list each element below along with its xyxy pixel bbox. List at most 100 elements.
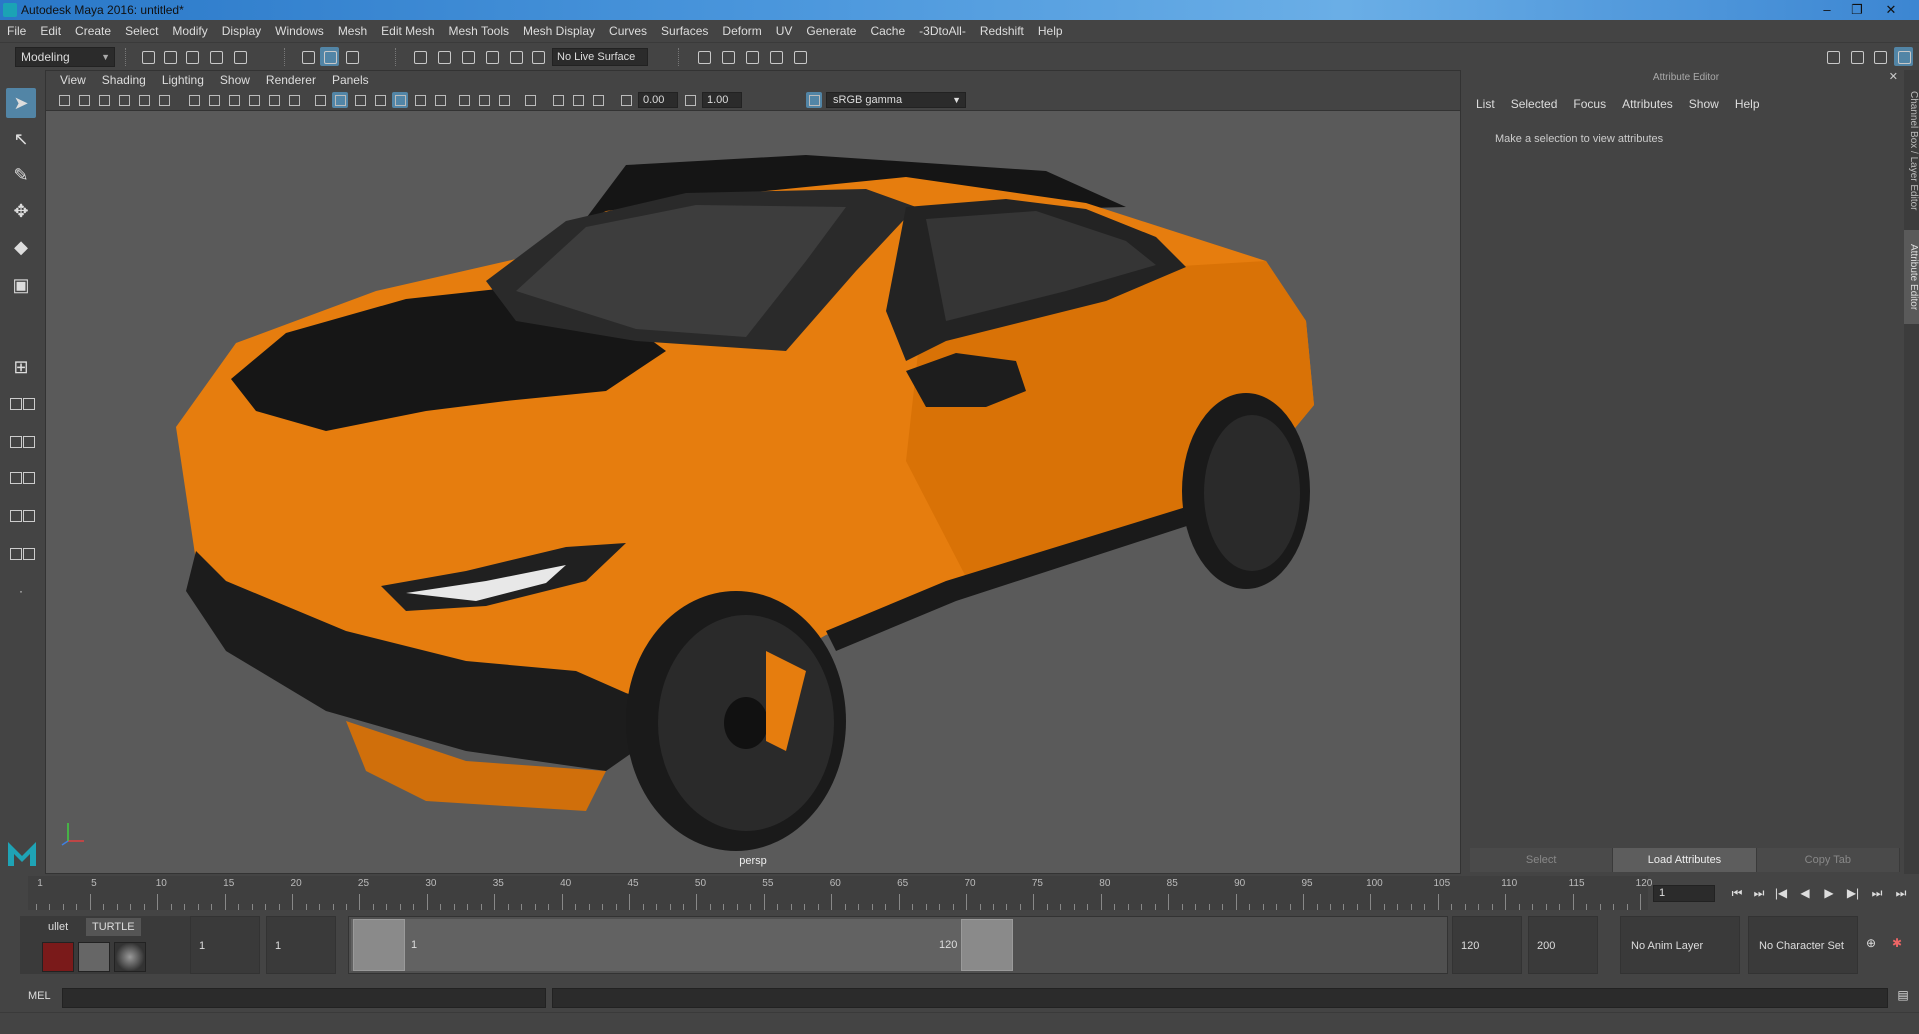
menu-create[interactable]: Create xyxy=(68,20,118,42)
current-frame-field[interactable]: 1 xyxy=(1653,885,1715,902)
copy-tab-button[interactable]: Copy Tab xyxy=(1756,848,1900,872)
smooth-shade-icon[interactable] xyxy=(332,92,348,108)
menu-display[interactable]: Display xyxy=(215,20,268,42)
step-forward-key-icon[interactable]: ⏭ xyxy=(1868,886,1886,902)
viewport-menu-view[interactable]: View xyxy=(52,71,94,89)
go-to-start-icon[interactable]: ⏮ xyxy=(1728,886,1746,902)
screen-space-ao-icon[interactable] xyxy=(432,92,448,108)
tab-channel-box[interactable]: Channel Box / Layer Editor xyxy=(1904,76,1919,226)
render-settings-icon[interactable] xyxy=(694,47,713,66)
tab-attribute-editor[interactable]: Attribute Editor xyxy=(1904,230,1919,324)
ae-menu-show[interactable]: Show xyxy=(1681,94,1727,114)
anim-layer-select[interactable]: No Anim Layer xyxy=(1620,916,1740,974)
menu-help[interactable]: Help xyxy=(1031,20,1070,42)
lasso-tool-icon[interactable]: ↖ xyxy=(6,124,36,154)
animation-start-field[interactable]: 1 xyxy=(190,916,260,974)
open-scene-icon[interactable] xyxy=(160,47,179,66)
car-model[interactable] xyxy=(176,155,1314,851)
bookmark-icon[interactable] xyxy=(96,92,112,108)
backface-culling-icon[interactable] xyxy=(590,92,606,108)
menu-cache[interactable]: Cache xyxy=(863,20,912,42)
playback-end-field[interactable]: 120 xyxy=(1452,916,1522,974)
menu-edit-mesh[interactable]: Edit Mesh xyxy=(374,20,441,42)
play-forwards-icon[interactable]: ▶ xyxy=(1820,886,1838,902)
menu-mesh-tools[interactable]: Mesh Tools xyxy=(442,20,516,42)
field-chart-icon[interactable] xyxy=(246,92,262,108)
menu-file[interactable]: File xyxy=(0,20,33,42)
select-tool-arrow-icon[interactable]: ➤ xyxy=(6,88,36,118)
scene-render[interactable] xyxy=(46,111,1461,874)
menu-3dtoall[interactable]: -3DtoAll- xyxy=(912,20,973,42)
resolution-gate-icon[interactable] xyxy=(206,92,222,108)
exposure-icon[interactable] xyxy=(618,92,634,108)
make-live-icon[interactable] xyxy=(506,47,525,66)
xray-icon[interactable] xyxy=(550,92,566,108)
isolate-select-icon[interactable] xyxy=(522,92,538,108)
gate-mask-icon[interactable] xyxy=(226,92,242,108)
play-backwards-icon[interactable]: ◀ xyxy=(1796,886,1814,902)
xray-joints-icon[interactable] xyxy=(570,92,586,108)
save-scene-icon[interactable] xyxy=(182,47,201,66)
motion-blur-icon[interactable] xyxy=(456,92,472,108)
script-language-label[interactable]: MEL xyxy=(28,990,51,1002)
film-gate-icon[interactable] xyxy=(156,92,172,108)
close-icon[interactable]: ✕ xyxy=(1889,70,1898,83)
go-to-end-icon[interactable]: ⏭ xyxy=(1892,886,1910,902)
viewport-menu-panels[interactable]: Panels xyxy=(324,71,377,89)
range-slider-track[interactable]: 1 120 xyxy=(351,919,1013,971)
channel-box-icon[interactable] xyxy=(1894,47,1913,66)
range-end-handle[interactable] xyxy=(961,919,1013,971)
wireframe-on-shaded-icon[interactable] xyxy=(352,92,368,108)
single-perspective-layout-icon[interactable]: ⊞ xyxy=(6,352,36,382)
gamma-field[interactable]: 1.00 xyxy=(702,92,742,108)
step-back-key-icon[interactable]: ⏭ xyxy=(1750,886,1768,902)
select-object-icon[interactable] xyxy=(320,47,339,66)
script-editor-icon[interactable]: ▤ xyxy=(1894,988,1912,1004)
shelf-tab-bullet[interactable]: ullet xyxy=(42,918,74,936)
rotate-tool-icon[interactable]: ◆ xyxy=(6,232,36,262)
snap-view-plane-icon[interactable] xyxy=(482,47,501,66)
ae-menu-focus[interactable]: Focus xyxy=(1565,94,1614,114)
ae-menu-attributes[interactable]: Attributes xyxy=(1614,94,1681,114)
range-slider[interactable]: 1 120 xyxy=(348,916,1448,974)
shadows-icon[interactable] xyxy=(412,92,428,108)
load-attributes-button[interactable]: Load Attributes xyxy=(1613,848,1757,872)
step-forward-frame-icon[interactable]: ▶| xyxy=(1844,886,1862,902)
viewport-menu-shading[interactable]: Shading xyxy=(94,71,154,89)
menu-mesh[interactable]: Mesh xyxy=(331,20,374,42)
snap-point-icon[interactable] xyxy=(458,47,477,66)
restore-button[interactable]: ❐ xyxy=(1842,0,1872,20)
image-plane-icon[interactable] xyxy=(116,92,132,108)
camera-attributes-icon[interactable] xyxy=(76,92,92,108)
hypershade-icon[interactable] xyxy=(790,47,809,66)
menu-windows[interactable]: Windows xyxy=(268,20,331,42)
anti-aliasing-icon[interactable] xyxy=(476,92,492,108)
shelf-tab-turtle[interactable]: TURTLE xyxy=(86,918,141,936)
four-view-layout-icon[interactable] xyxy=(8,394,36,418)
menu-curves[interactable]: Curves xyxy=(602,20,654,42)
outliner-layout-icon[interactable] xyxy=(8,432,36,456)
turtle-render-icon[interactable] xyxy=(78,942,110,972)
tool-settings-icon[interactable] xyxy=(1870,47,1889,66)
snap-curve-icon[interactable] xyxy=(434,47,453,66)
ipr-render-icon[interactable] xyxy=(766,47,785,66)
animation-prefs-icon[interactable]: ✱ xyxy=(1888,936,1906,952)
minimize-button[interactable]: – xyxy=(1812,0,1842,20)
step-back-frame-icon[interactable]: |◀ xyxy=(1772,886,1790,902)
playback-start-field[interactable]: 1 xyxy=(266,916,336,974)
animation-end-field[interactable]: 200 xyxy=(1528,916,1598,974)
color-management-icon[interactable] xyxy=(806,92,822,108)
close-button[interactable]: ✕ xyxy=(1876,0,1906,20)
gamma-icon[interactable] xyxy=(682,92,698,108)
time-ruler[interactable]: 1 5 10 15 20 25 30 35 40 45 50 55 60 65 70 75 80 85 90 95 10… xyxy=(28,876,1652,910)
grid-icon[interactable] xyxy=(186,92,202,108)
perspective-viewport[interactable]: View Shading Lighting Show Renderer Pane… xyxy=(45,70,1461,874)
select-button[interactable]: Select xyxy=(1470,848,1614,872)
viewport-menu-lighting[interactable]: Lighting xyxy=(154,71,212,89)
menu-select[interactable]: Select xyxy=(118,20,165,42)
sphere-shader-icon[interactable] xyxy=(114,942,146,972)
collapse-icon[interactable]: · xyxy=(6,580,36,602)
character-set-select[interactable]: No Character Set xyxy=(1748,916,1858,974)
viewport-menu-renderer[interactable]: Renderer xyxy=(258,71,324,89)
ae-menu-list[interactable]: List xyxy=(1468,94,1503,114)
